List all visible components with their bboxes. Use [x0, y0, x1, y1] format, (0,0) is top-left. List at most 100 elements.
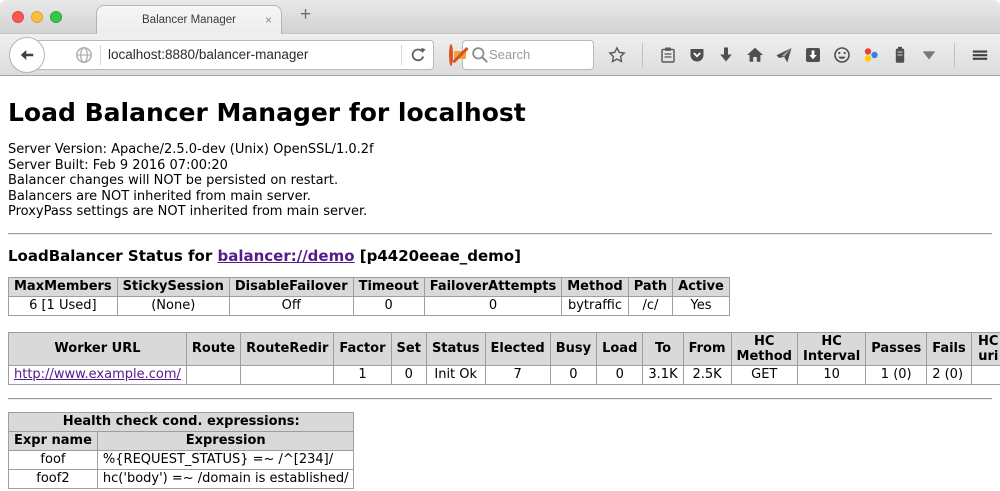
col-elected: Elected: [485, 332, 550, 365]
tab-close-icon[interactable]: ×: [265, 13, 272, 27]
col-method: Method: [562, 277, 628, 296]
cell-disablefailover: Off: [229, 296, 353, 315]
cell-status: Init Ok: [426, 365, 485, 384]
health-check-table: Health check cond. expressions: Expr nam…: [8, 412, 354, 489]
status-heading-suffix: [p4420eeae_demo]: [355, 247, 521, 265]
url-bar[interactable]: [28, 40, 434, 70]
col-hc-interval: HC Interval: [797, 332, 865, 365]
search-input[interactable]: [489, 47, 585, 62]
downloads-icon[interactable]: [717, 46, 735, 64]
col-route: Route: [186, 332, 240, 365]
minimize-window-button[interactable]: [31, 11, 43, 23]
cell-method: bytraffic: [562, 296, 628, 315]
persist-notice-line: Balancer changes will NOT be persisted o…: [8, 173, 992, 189]
col-worker-url: Worker URL: [9, 332, 187, 365]
download-box-icon[interactable]: [804, 46, 822, 64]
cell-from: 2.5K: [683, 365, 731, 384]
table-row: foof %{REQUEST_STATUS} =~ /^[234]/: [9, 450, 354, 469]
cell-passes: 1 (0): [866, 365, 927, 384]
dropdown-caret-icon[interactable]: [920, 46, 938, 64]
col-hc-uri: HC uri: [971, 332, 1000, 365]
col-path: Path: [628, 277, 672, 296]
table-row: http://www.example.com/ 1 0 Init Ok 7 0 …: [9, 365, 1000, 384]
battery-icon[interactable]: [891, 46, 909, 64]
col-expr-name: Expr name: [9, 431, 98, 450]
pocket-icon[interactable]: [688, 46, 706, 64]
col-active: Active: [673, 277, 730, 296]
balancer-demo-link[interactable]: balancer://demo: [217, 247, 354, 265]
cell-elected: 7: [485, 365, 550, 384]
cell-busy: 0: [550, 365, 596, 384]
reload-icon[interactable]: [409, 46, 427, 64]
urlbar-divider: [100, 45, 101, 65]
cell-set: 0: [391, 365, 426, 384]
table-header-row: MaxMembers StickySession DisableFailover…: [9, 277, 730, 296]
back-arrow-icon: [19, 47, 35, 63]
browser-tab[interactable]: Balancer Manager ×: [96, 5, 282, 34]
menu-icon[interactable]: [971, 46, 989, 64]
smiley-icon[interactable]: [833, 46, 851, 64]
loadbalancer-status-heading: LoadBalancer Status for balancer://demo …: [8, 247, 992, 265]
col-failoverattempts: FailoverAttempts: [424, 277, 562, 296]
worker-status-table: Worker URL Route RouteRedir Factor Set S…: [8, 332, 1000, 385]
cell-hc-interval: 10: [797, 365, 865, 384]
search-bar[interactable]: [462, 40, 594, 70]
navigation-toolbar: [0, 33, 1000, 76]
cell-stickysession: (None): [117, 296, 229, 315]
section-divider: [8, 398, 992, 400]
table-title-row: Health check cond. expressions:: [9, 412, 354, 431]
table-row: 6 [1 Used] (None) Off 0 0 bytraffic /c/ …: [9, 296, 730, 315]
server-built-line: Server Built: Feb 9 2016 07:00:20: [8, 158, 992, 174]
cell-expression: hc('body') =~ /domain is established/: [97, 469, 354, 488]
url-input[interactable]: [108, 47, 394, 62]
send-icon[interactable]: [775, 46, 793, 64]
col-fails: Fails: [927, 332, 972, 365]
zoom-window-button[interactable]: [50, 11, 62, 23]
cell-timeout: 0: [353, 296, 424, 315]
browser-window: Balancer Manager × +: [0, 0, 1000, 491]
cell-to: 3.1K: [643, 365, 683, 384]
cell-maxmembers: 6 [1 Used]: [9, 296, 118, 315]
col-maxmembers: MaxMembers: [9, 277, 118, 296]
bookmarks-clipboard-icon[interactable]: [659, 46, 677, 64]
cell-hc-uri: [971, 365, 1000, 384]
col-disablefailover: DisableFailover: [229, 277, 353, 296]
cell-expression: %{REQUEST_STATUS} =~ /^[234]/: [97, 450, 354, 469]
toolbar-icon-row: [608, 43, 1000, 67]
balancer-settings-table: MaxMembers StickySession DisableFailover…: [8, 277, 730, 316]
inherit-notice-line: Balancers are NOT inherited from main se…: [8, 189, 992, 205]
health-check-title: Health check cond. expressions:: [9, 412, 354, 431]
col-passes: Passes: [866, 332, 927, 365]
title-bar: Balancer Manager × +: [0, 0, 1000, 33]
cell-path: /c/: [628, 296, 672, 315]
new-tab-button[interactable]: +: [300, 4, 311, 26]
table-row: foof2 hc('body') =~ /domain is establish…: [9, 469, 354, 488]
page-title: Load Balancer Manager for localhost: [8, 76, 992, 127]
section-divider: [8, 233, 992, 235]
colors-icon[interactable]: [862, 46, 880, 64]
cell-route: [186, 365, 240, 384]
cell-hc-method: GET: [731, 365, 797, 384]
home-icon[interactable]: [746, 46, 764, 64]
page-content: Load Balancer Manager for localhost Serv…: [0, 76, 1000, 491]
worker-url-link[interactable]: http://www.example.com/: [14, 367, 181, 382]
col-routeredir: RouteRedir: [241, 332, 334, 365]
col-factor: Factor: [334, 332, 391, 365]
proxypass-notice-line: ProxyPass settings are NOT inherited fro…: [8, 204, 992, 220]
table-header-row: Expr name Expression: [9, 431, 354, 450]
cell-factor: 1: [334, 365, 391, 384]
back-button[interactable]: [9, 37, 45, 73]
cell-routeredir: [241, 365, 334, 384]
col-busy: Busy: [550, 332, 596, 365]
table-header-row: Worker URL Route RouteRedir Factor Set S…: [9, 332, 1000, 365]
cell-expr-name: foof: [9, 450, 98, 469]
server-version-line: Server Version: Apache/2.5.0-dev (Unix) …: [8, 142, 992, 158]
urlbar-divider: [401, 45, 402, 65]
close-window-button[interactable]: [12, 11, 24, 23]
bookmark-star-icon[interactable]: [608, 46, 626, 64]
col-expression: Expression: [97, 431, 354, 450]
col-load: Load: [597, 332, 643, 365]
col-timeout: Timeout: [353, 277, 424, 296]
col-status: Status: [426, 332, 485, 365]
col-to: To: [643, 332, 683, 365]
